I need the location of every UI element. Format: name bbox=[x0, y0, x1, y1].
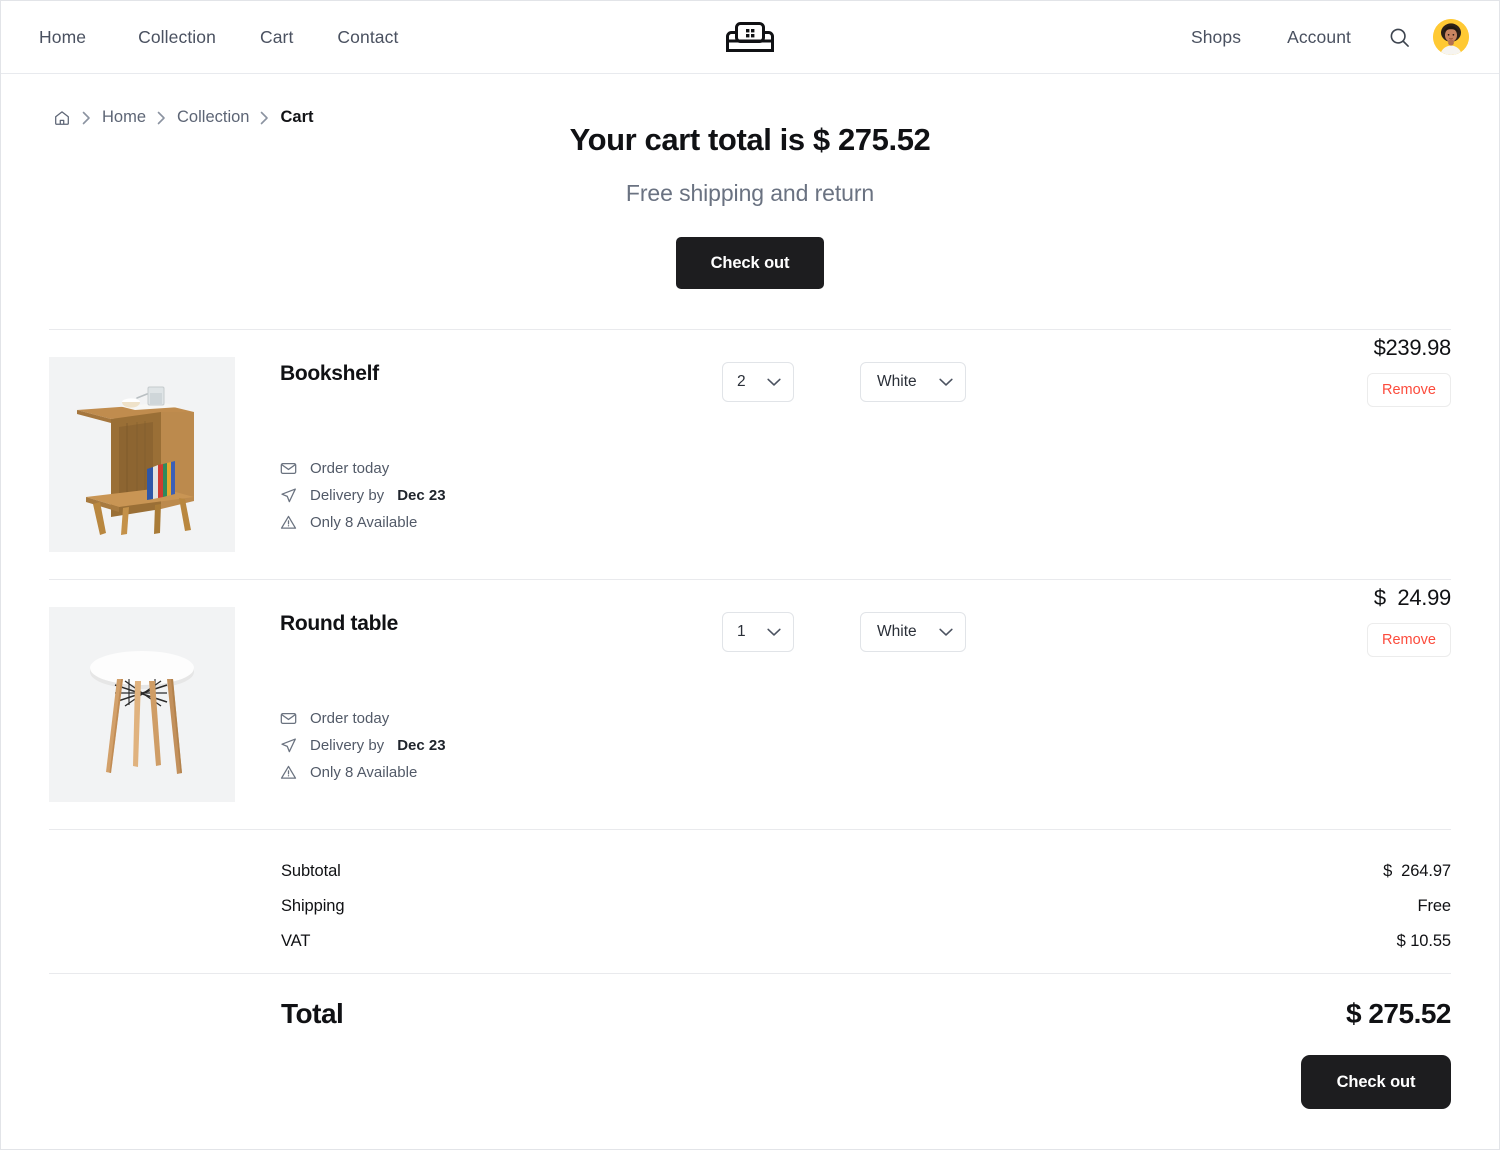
breadcrumb-separator bbox=[260, 111, 269, 125]
cart-item-row: Round table Order today Delivery by Dec … bbox=[1, 580, 1499, 829]
chevron-down-icon bbox=[767, 628, 781, 637]
checkout-button-bottom[interactable]: Check out bbox=[1301, 1055, 1451, 1109]
cart-item-row: Bookshelf Order today Delivery by Dec 23… bbox=[1, 330, 1499, 579]
quantity-select[interactable]: 2 bbox=[722, 362, 794, 402]
cart-item-controls: 1 White bbox=[722, 612, 966, 652]
warning-triangle-icon bbox=[280, 764, 297, 781]
meta-text: Order today bbox=[310, 710, 390, 727]
summary-row-shipping: Shipping Free bbox=[49, 897, 1451, 916]
quantity-value: 2 bbox=[737, 373, 746, 390]
summary-row-subtotal: Subtotal $ 264.97 bbox=[49, 862, 1451, 881]
meta-row-delivery: Delivery by Dec 23 bbox=[280, 737, 446, 754]
nav-link-cart[interactable]: Cart bbox=[260, 21, 293, 54]
color-value: White bbox=[877, 373, 917, 390]
summary-value: Free bbox=[1417, 897, 1451, 915]
summary-label: Subtotal bbox=[281, 862, 341, 880]
product-price: $239.98 bbox=[1373, 335, 1452, 360]
chevron-down-icon bbox=[939, 628, 953, 637]
cart-item-controls: 2 White bbox=[722, 362, 966, 402]
meta-text: Delivery by bbox=[310, 487, 385, 504]
breadcrumb-separator bbox=[82, 111, 91, 125]
color-select[interactable]: White bbox=[860, 362, 966, 402]
meta-text: Only 8 Available bbox=[310, 514, 418, 531]
breadcrumb-item-collection[interactable]: Collection bbox=[177, 108, 249, 127]
envelope-icon bbox=[280, 460, 297, 477]
total-value: $ 275.52 bbox=[1346, 998, 1452, 1029]
round-table-photo[interactable] bbox=[49, 607, 235, 802]
quantity-select[interactable]: 1 bbox=[722, 612, 794, 652]
product-meta-list: Order today Delivery by Dec 23 Only 8 Av… bbox=[280, 710, 446, 781]
shipping-note: Free shipping and return bbox=[625, 180, 875, 206]
envelope-icon bbox=[280, 710, 297, 727]
home-icon[interactable] bbox=[53, 109, 71, 127]
nav-link-home[interactable]: Home bbox=[39, 21, 86, 54]
bookshelf-photo[interactable] bbox=[49, 357, 235, 552]
meta-row-delivery: Delivery by Dec 23 bbox=[280, 487, 446, 504]
nav-link-contact[interactable]: Contact bbox=[337, 21, 398, 54]
checkout-button-top[interactable]: Check out bbox=[676, 237, 824, 289]
cart-page: Home Collection Cart Contact Shops Accou… bbox=[0, 0, 1500, 1150]
nav-link-account[interactable]: Account bbox=[1287, 21, 1351, 54]
chevron-down-icon bbox=[939, 378, 953, 387]
summary-row-total: Total $ 275.52 bbox=[49, 974, 1452, 1030]
paper-plane-icon bbox=[280, 487, 297, 504]
breadcrumb-separator bbox=[157, 111, 166, 125]
cart-item-price-block: $239.98 Remove bbox=[1291, 335, 1451, 407]
meta-text: Delivery by bbox=[310, 737, 385, 754]
cart-item-price-block: $ 24.99 Remove bbox=[1291, 585, 1451, 657]
sofa-icon[interactable] bbox=[722, 17, 778, 61]
nav-link-shops[interactable]: Shops bbox=[1191, 21, 1241, 54]
breadcrumb: Home Collection Cart bbox=[1, 74, 314, 127]
meta-row-availability: Only 8 Available bbox=[280, 514, 446, 531]
meta-row-order-today: Order today bbox=[280, 710, 446, 727]
breadcrumb-item-cart: Cart bbox=[280, 108, 314, 126]
top-navigation-bar: Home Collection Cart Contact Shops Accou… bbox=[1, 1, 1499, 74]
meta-row-order-today: Order today bbox=[280, 460, 446, 477]
meta-text: Order today bbox=[310, 460, 390, 477]
remove-button[interactable]: Remove bbox=[1367, 623, 1451, 657]
delivery-date: Dec 23 bbox=[397, 487, 446, 504]
delivery-date: Dec 23 bbox=[397, 737, 446, 754]
warning-triangle-icon bbox=[280, 514, 297, 531]
meta-row-availability: Only 8 Available bbox=[280, 764, 446, 781]
quantity-value: 1 bbox=[737, 623, 746, 640]
secondary-nav: Shops Account bbox=[1191, 19, 1469, 55]
paper-plane-icon bbox=[280, 737, 297, 754]
summary-row-vat: VAT $ 10.55 bbox=[49, 932, 1451, 951]
user-avatar[interactable] bbox=[1433, 19, 1469, 55]
summary-label: VAT bbox=[281, 932, 311, 950]
primary-nav: Home Collection Cart Contact bbox=[39, 21, 398, 54]
cart-item-details: Round table Order today Delivery by Dec … bbox=[235, 607, 1451, 802]
color-select[interactable]: White bbox=[860, 612, 966, 652]
product-price: $ 24.99 bbox=[1373, 585, 1451, 610]
summary-value: $ 10.55 bbox=[1396, 932, 1451, 950]
order-summary: Subtotal $ 264.97 Shipping Free VAT $ 10… bbox=[1, 830, 1499, 1030]
nav-link-collection[interactable]: Collection bbox=[138, 21, 216, 54]
summary-label: Shipping bbox=[281, 897, 345, 915]
summary-value: $ 264.97 bbox=[1383, 862, 1451, 880]
breadcrumb-item-home[interactable]: Home bbox=[102, 108, 146, 127]
meta-text: Only 8 Available bbox=[310, 764, 418, 781]
color-value: White bbox=[877, 623, 917, 640]
total-label: Total bbox=[281, 998, 344, 1029]
checkout-footer: Check out bbox=[1, 1030, 1499, 1109]
cart-item-details: Bookshelf Order today Delivery by Dec 23… bbox=[235, 357, 1451, 552]
product-meta-list: Order today Delivery by Dec 23 Only 8 Av… bbox=[280, 460, 446, 531]
chevron-down-icon bbox=[767, 378, 781, 387]
page-title: Your cart total is $ 275.52 bbox=[569, 122, 931, 157]
remove-button[interactable]: Remove bbox=[1367, 373, 1451, 407]
search-icon[interactable] bbox=[1385, 23, 1413, 51]
